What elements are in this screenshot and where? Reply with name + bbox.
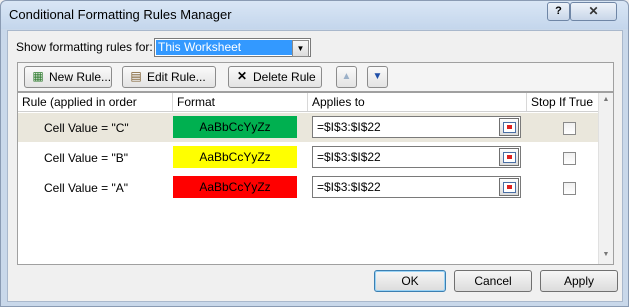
delete-rule-label: Delete Rule	[253, 70, 316, 84]
cancel-button[interactable]: Cancel	[454, 270, 532, 292]
format-preview: AaBbCcYyZz	[173, 146, 297, 168]
chevron-down-icon[interactable]: ▼	[292, 40, 309, 57]
new-rule-label: New Rule...	[49, 70, 112, 84]
rule-row[interactable]: Cell Value = "B" AaBbCcYyZz =$I$3:$I$22	[18, 143, 598, 172]
vertical-scrollbar[interactable]: ▲ ▼	[598, 93, 613, 264]
show-rules-label: Show formatting rules for:	[16, 40, 153, 54]
arrow-down-icon: ▼	[372, 71, 383, 82]
applies-to-value: =$I$3:$I$22	[317, 180, 381, 194]
format-preview: AaBbCcYyZz	[173, 176, 297, 198]
ok-button[interactable]: OK	[374, 270, 446, 292]
close-button[interactable]: ✕	[570, 2, 617, 21]
arrow-up-icon: ▲	[341, 71, 352, 82]
rule-name: Cell Value = "A"	[44, 181, 129, 195]
applies-to-value: =$I$3:$I$22	[317, 150, 381, 164]
range-picker-icon[interactable]	[499, 118, 519, 136]
applies-to-field[interactable]: =$I$3:$I$22	[312, 116, 521, 138]
show-rules-selected: This Worksheet	[156, 40, 292, 55]
rule-name: Cell Value = "C"	[44, 121, 129, 135]
col-applies-header: Applies to	[308, 93, 527, 111]
stop-if-true-checkbox[interactable]	[563, 152, 576, 165]
applies-to-value: =$I$3:$I$22	[317, 120, 381, 134]
range-picker-icon[interactable]	[499, 148, 519, 166]
stop-if-true-checkbox[interactable]	[563, 182, 576, 195]
edit-rule-icon: ▤	[130, 69, 142, 83]
scroll-down-icon[interactable]: ▼	[601, 250, 611, 260]
format-preview: AaBbCcYyZz	[173, 116, 297, 138]
col-stop-header: Stop If True	[531, 95, 594, 109]
delete-icon: ✕	[236, 69, 248, 83]
move-down-button[interactable]: ▼	[367, 66, 388, 88]
move-up-button[interactable]: ▲	[336, 66, 357, 88]
rules-header: Rule (applied in order shown) Format App…	[18, 93, 598, 127]
new-rule-button[interactable]: ▦ New Rule...	[24, 66, 112, 88]
rule-row[interactable]: Cell Value = "C" AaBbCcYyZz =$I$3:$I$22	[18, 113, 598, 142]
stop-if-true-checkbox[interactable]	[563, 122, 576, 135]
help-button[interactable]: ?	[547, 2, 570, 21]
title-bar: Conditional Formatting Rules Manager ? ✕	[1, 1, 628, 29]
edit-rule-label: Edit Rule...	[147, 70, 206, 84]
rules-list: Rule (applied in order shown) Format App…	[17, 92, 614, 265]
col-format-header: Format	[173, 93, 308, 111]
range-picker-icon[interactable]	[499, 178, 519, 196]
apply-button[interactable]: Apply	[540, 270, 618, 292]
scroll-up-icon[interactable]: ▲	[601, 95, 611, 105]
col-rule-header: Rule (applied in order shown)	[18, 93, 173, 127]
show-rules-dropdown[interactable]: This Worksheet ▼	[154, 38, 311, 57]
dialog-body: Show formatting rules for: This Workshee…	[7, 30, 623, 302]
rules-toolbar: ▦ New Rule... ▤ Edit Rule... ✕ Delete Ru…	[17, 62, 614, 92]
delete-rule-button[interactable]: ✕ Delete Rule	[228, 66, 322, 88]
applies-to-field[interactable]: =$I$3:$I$22	[312, 176, 521, 198]
rule-row[interactable]: Cell Value = "A" AaBbCcYyZz =$I$3:$I$22	[18, 173, 598, 202]
rule-name: Cell Value = "B"	[44, 151, 129, 165]
edit-rule-button[interactable]: ▤ Edit Rule...	[122, 66, 216, 88]
window-title: Conditional Formatting Rules Manager	[9, 7, 232, 22]
dialog-window: Conditional Formatting Rules Manager ? ✕…	[0, 0, 629, 307]
new-rule-icon: ▦	[32, 69, 44, 83]
applies-to-field[interactable]: =$I$3:$I$22	[312, 146, 521, 168]
